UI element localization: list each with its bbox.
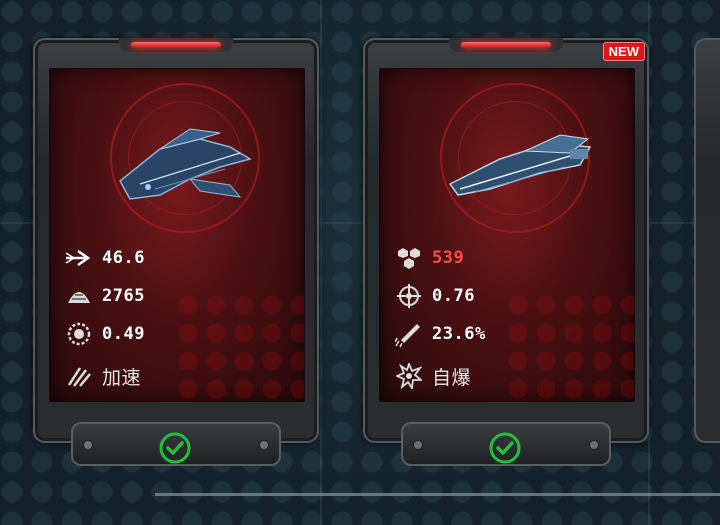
crosshair-icon bbox=[394, 283, 424, 309]
shield-ring-icon bbox=[64, 321, 94, 347]
skill-label: 自爆 bbox=[432, 366, 472, 389]
hex-pattern bbox=[174, 291, 304, 401]
stat-row: 0.76 bbox=[394, 283, 475, 309]
card-top-light bbox=[461, 42, 551, 48]
accuracy-value: 0.76 bbox=[432, 286, 475, 306]
speed-value: 46.6 bbox=[102, 248, 145, 268]
skill-label: 加速 bbox=[102, 366, 142, 389]
hex-pattern bbox=[504, 291, 634, 401]
ship-display-panel: 46.6 2765 0.49 加速 bbox=[49, 68, 305, 402]
bolt bbox=[589, 440, 599, 450]
background-line bbox=[320, 0, 322, 525]
equipped-check-icon[interactable] bbox=[158, 431, 192, 465]
ship-card-2[interactable]: NEW 539 0.76 23.6% 自爆 bbox=[363, 38, 649, 466]
boost-streak-icon bbox=[64, 363, 94, 389]
stat-row: 46.6 bbox=[64, 245, 145, 271]
ship-card-3-partial[interactable] bbox=[694, 38, 720, 443]
card-top-light bbox=[131, 42, 221, 48]
shield-value: 0.49 bbox=[102, 324, 145, 344]
hull-value: 539 bbox=[432, 248, 465, 268]
hexagon-cluster-icon bbox=[394, 245, 424, 271]
bolt bbox=[259, 440, 269, 450]
ship-card-1[interactable]: 46.6 2765 0.49 加速 bbox=[33, 38, 319, 466]
ship-image bbox=[448, 134, 592, 196]
bolt bbox=[83, 440, 93, 450]
explosion-icon bbox=[394, 363, 424, 389]
armor-plate-icon bbox=[64, 283, 94, 309]
ship-image bbox=[119, 128, 252, 200]
stat-row: 2765 bbox=[64, 283, 145, 309]
speed-arrow-icon bbox=[64, 245, 94, 271]
bolt bbox=[413, 440, 423, 450]
stat-row: 0.49 bbox=[64, 321, 145, 347]
armor-value: 2765 bbox=[102, 286, 145, 306]
stat-row: 539 bbox=[394, 245, 464, 271]
ship-display-panel: 539 0.76 23.6% 自爆 bbox=[379, 68, 635, 402]
equipped-check-icon[interactable] bbox=[488, 431, 522, 465]
stat-row: 自爆 bbox=[394, 363, 471, 389]
stat-row: 23.6% bbox=[394, 321, 486, 347]
horizontal-scrollbar[interactable] bbox=[155, 493, 720, 496]
crit-value: 23.6% bbox=[432, 324, 486, 344]
stat-row: 加速 bbox=[64, 363, 141, 389]
new-badge: NEW bbox=[602, 42, 645, 61]
missile-launch-icon bbox=[394, 321, 424, 347]
